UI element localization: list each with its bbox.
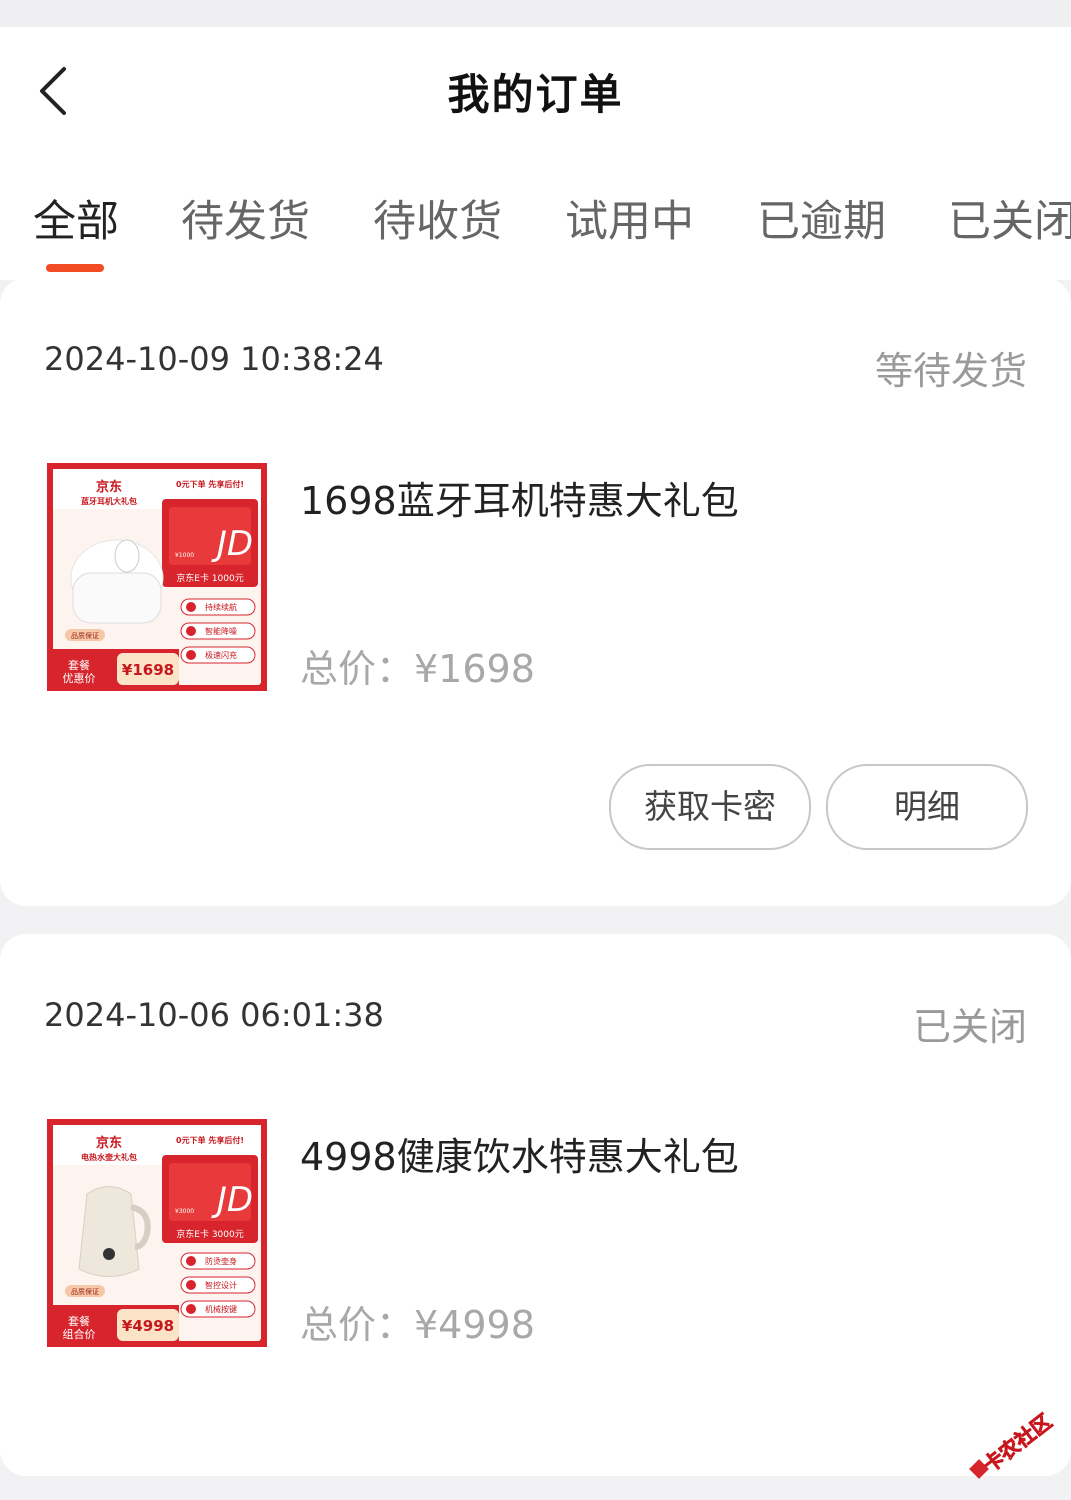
- thumb-card-label: 京东E卡 3000元: [176, 1228, 243, 1240]
- thumb-feature: 持续续航: [205, 602, 237, 612]
- tab-overdue[interactable]: 已逾期: [757, 187, 886, 247]
- thumb-feature: 机械按键: [205, 1304, 237, 1314]
- thumb-deal-price: ¥4998: [122, 1317, 174, 1335]
- header: 我的订单 全部 待发货 待收货 试用中 已逾期 已关闭: [0, 27, 1071, 280]
- svg-text:JD: JD: [211, 524, 253, 564]
- status-bar-strip: [0, 0, 1071, 27]
- details-button[interactable]: 明细: [826, 764, 1028, 850]
- order-time: 2024-10-06 06:01:38: [44, 996, 384, 1034]
- thumb-slogan: 0元下单 先享后付!: [176, 479, 244, 489]
- thumb-brand: 京东: [96, 1135, 122, 1151]
- thumb-brand: 京东: [96, 479, 122, 495]
- thumb-sub: 蓝牙耳机大礼包: [81, 496, 137, 506]
- tab-trial[interactable]: 试用中: [565, 187, 694, 247]
- order-status: 等待发货: [874, 349, 1027, 393]
- tab-active-indicator: [46, 264, 104, 272]
- order-card[interactable]: 2024-10-06 06:01:38 已关闭 京东 电热水壶大礼包 0元下单 …: [0, 934, 1071, 1476]
- thumb-badge: 品质保证: [71, 631, 99, 640]
- thumb-card-label: 京东E卡 1000元: [176, 572, 243, 584]
- thumb-sub: 电热水壶大礼包: [81, 1152, 137, 1162]
- thumb-card-value: ¥3000: [175, 1208, 194, 1215]
- product-image: 京东 蓝牙耳机大礼包 0元下单 先享后付! JD ¥1000 京东E卡 1000…: [47, 463, 267, 691]
- order-time: 2024-10-09 10:38:24: [44, 340, 384, 378]
- product-name[interactable]: 1698蓝牙耳机特惠大礼包: [300, 470, 739, 525]
- thumb-card-value: ¥1000: [175, 552, 194, 559]
- svg-text:JD: JD: [211, 1180, 253, 1220]
- tab-to-receive[interactable]: 待收货: [373, 187, 502, 247]
- get-card-key-button[interactable]: 获取卡密: [609, 764, 811, 850]
- product-thumbnail[interactable]: 京东 电热水壶大礼包 0元下单 先享后付! JD ¥3000 京东E卡 3000…: [47, 1119, 267, 1347]
- tab-all[interactable]: 全部: [33, 187, 119, 247]
- order-status: 已关闭: [912, 1005, 1027, 1049]
- order-card[interactable]: 2024-10-09 10:38:24 等待发货 京东 蓝牙耳机大礼包 0元下单…: [0, 278, 1071, 906]
- thumb-deal-price: ¥1698: [122, 661, 174, 679]
- watermark-logo: 卡农社区: [969, 1409, 1057, 1479]
- tab-bar: 全部 待发货 待收货 试用中 已逾期 已关闭: [0, 187, 1071, 247]
- thumb-slogan: 0元下单 先享后付!: [176, 1135, 244, 1145]
- thumb-feature: 智能降噪: [205, 626, 237, 636]
- order-total-price: 总价：¥1698: [300, 647, 535, 691]
- product-name[interactable]: 4998健康饮水特惠大礼包: [300, 1126, 739, 1181]
- order-total-price: 总价：¥4998: [300, 1303, 535, 1347]
- page-title: 我的订单: [447, 70, 624, 119]
- thumb-feature: 防烫壶身: [205, 1256, 237, 1266]
- tab-closed[interactable]: 已关闭: [948, 187, 1071, 247]
- tab-to-ship[interactable]: 待发货: [181, 187, 310, 247]
- thumb-feature: 智控设计: [205, 1280, 237, 1290]
- thumb-badge: 品质保证: [71, 1287, 99, 1296]
- watermark-text: 卡农社区: [978, 1409, 1056, 1477]
- product-image: 京东 电热水壶大礼包 0元下单 先享后付! JD ¥3000 京东E卡 3000…: [47, 1119, 267, 1347]
- thumb-feature: 极速闪充: [205, 650, 237, 660]
- product-thumbnail[interactable]: 京东 蓝牙耳机大礼包 0元下单 先享后付! JD ¥1000 京东E卡 1000…: [47, 463, 267, 691]
